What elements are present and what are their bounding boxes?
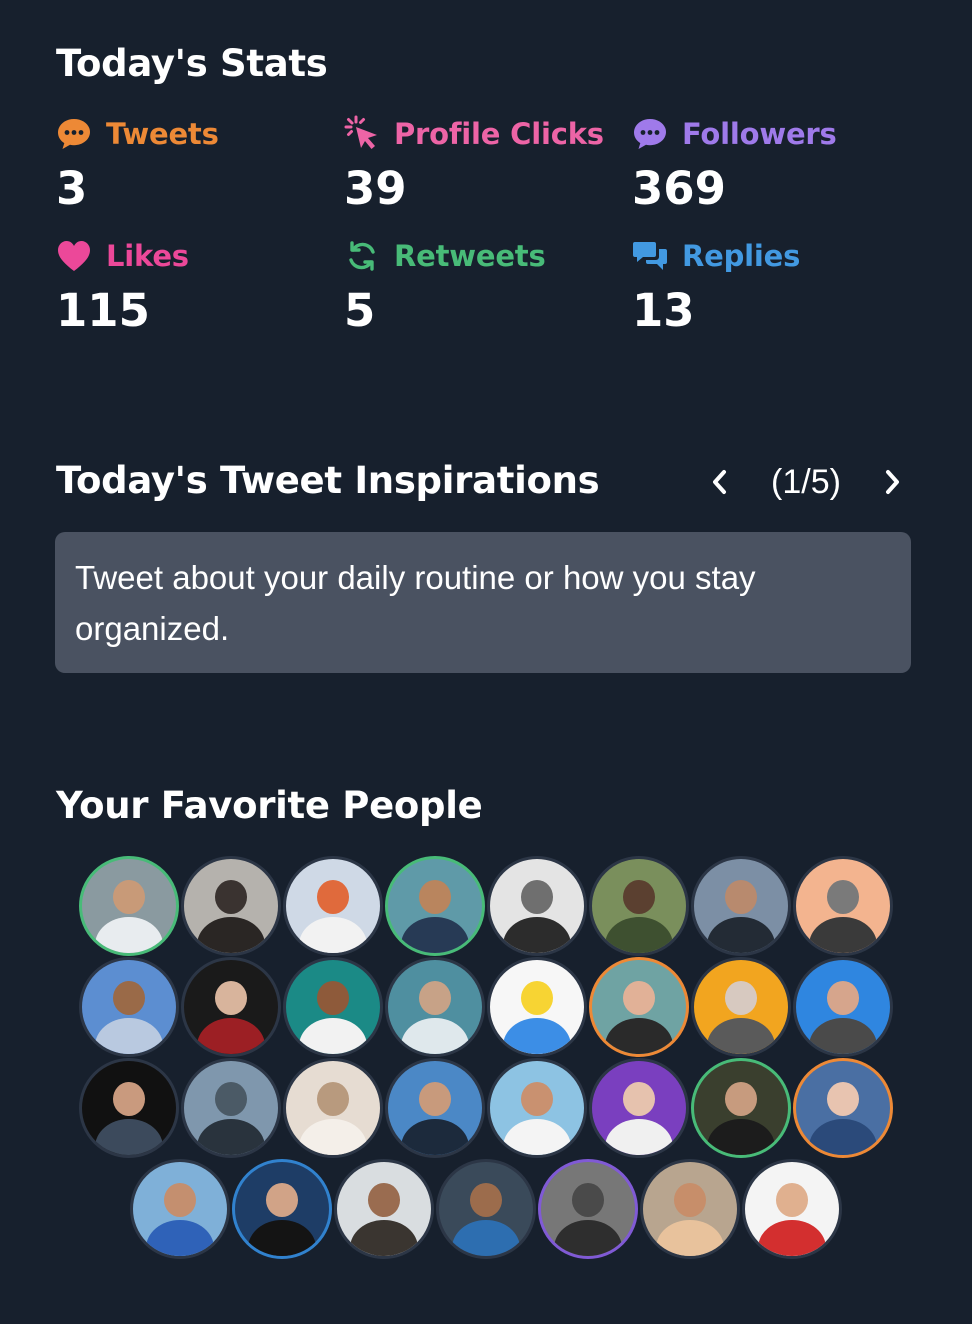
stat-label: Followers	[682, 117, 837, 151]
stat-value: 13	[632, 284, 695, 337]
chevron-right-icon	[885, 470, 899, 494]
favorites-title: Your Favorite People	[56, 784, 483, 827]
avatar[interactable]	[589, 957, 689, 1057]
avatar[interactable]	[181, 1058, 281, 1158]
avatar[interactable]	[589, 856, 689, 956]
stat-tweets: Tweets 3	[56, 110, 344, 232]
stat-label: Tweets	[106, 117, 219, 151]
avatar-row	[0, 1159, 972, 1260]
stat-likes: Likes 115	[56, 232, 344, 354]
stat-value: 115	[56, 284, 150, 337]
next-button[interactable]	[872, 460, 912, 504]
stats-grid: Tweets 3 Profile Clicks 39 Followers 369	[56, 110, 916, 354]
stats-title: Today's Stats	[56, 42, 328, 85]
avatar-row	[0, 957, 972, 1058]
previous-button[interactable]	[700, 460, 740, 504]
avatar[interactable]	[283, 1058, 383, 1158]
cursor-click-icon	[344, 115, 382, 153]
stat-value: 5	[344, 284, 376, 337]
inspiration-counter: (1/5)	[771, 462, 841, 501]
avatar[interactable]	[691, 1058, 791, 1158]
stat-followers: Followers 369	[632, 110, 920, 232]
avatar[interactable]	[436, 1159, 536, 1259]
avatar[interactable]	[640, 1159, 740, 1259]
avatar[interactable]	[181, 856, 281, 956]
avatar[interactable]	[487, 957, 587, 1057]
heart-icon	[56, 237, 94, 275]
stat-profile-clicks: Profile Clicks 39	[344, 110, 632, 232]
avatar[interactable]	[283, 957, 383, 1057]
replies-icon	[632, 237, 670, 275]
avatar[interactable]	[79, 1058, 179, 1158]
avatar[interactable]	[793, 957, 893, 1057]
avatar[interactable]	[691, 856, 791, 956]
avatar[interactable]	[793, 856, 893, 956]
avatar[interactable]	[232, 1159, 332, 1259]
stat-label: Likes	[106, 239, 189, 273]
inspirations-nav: (1/5)	[700, 456, 912, 508]
avatar[interactable]	[691, 957, 791, 1057]
stat-label: Retweets	[394, 239, 546, 273]
chat-bubble-icon	[56, 115, 94, 153]
avatar[interactable]	[283, 856, 383, 956]
avatar-row	[0, 856, 972, 957]
stat-value: 3	[56, 162, 88, 215]
stat-value: 369	[632, 162, 726, 215]
avatar[interactable]	[385, 1058, 485, 1158]
avatar-row	[0, 1058, 972, 1159]
stat-value: 39	[344, 162, 407, 215]
avatar[interactable]	[385, 856, 485, 956]
avatar[interactable]	[793, 1058, 893, 1158]
avatar[interactable]	[742, 1159, 842, 1259]
stats-panel: Today's Stats Tweets 3 Profile Clicks 39	[0, 0, 972, 1324]
avatar[interactable]	[538, 1159, 638, 1259]
chevron-left-icon	[713, 470, 726, 494]
avatar[interactable]	[181, 957, 281, 1057]
inspirations-title: Today's Tweet Inspirations	[56, 459, 600, 502]
stat-replies: Replies 13	[632, 232, 920, 354]
favorite-people-grid	[0, 856, 972, 1260]
avatar[interactable]	[79, 856, 179, 956]
stat-label: Profile Clicks	[394, 117, 604, 151]
avatar[interactable]	[487, 1058, 587, 1158]
retweet-icon	[344, 237, 382, 275]
chat-bubble-icon	[632, 115, 670, 153]
avatar[interactable]	[589, 1058, 689, 1158]
stat-label: Replies	[682, 239, 801, 273]
stat-retweets: Retweets 5	[344, 232, 632, 354]
inspiration-card: Tweet about your daily routine or how yo…	[55, 532, 911, 673]
avatar[interactable]	[385, 957, 485, 1057]
avatar[interactable]	[487, 856, 587, 956]
avatar[interactable]	[130, 1159, 230, 1259]
inspiration-text: Tweet about your daily routine or how yo…	[75, 558, 756, 647]
avatar[interactable]	[334, 1159, 434, 1259]
avatar[interactable]	[79, 957, 179, 1057]
